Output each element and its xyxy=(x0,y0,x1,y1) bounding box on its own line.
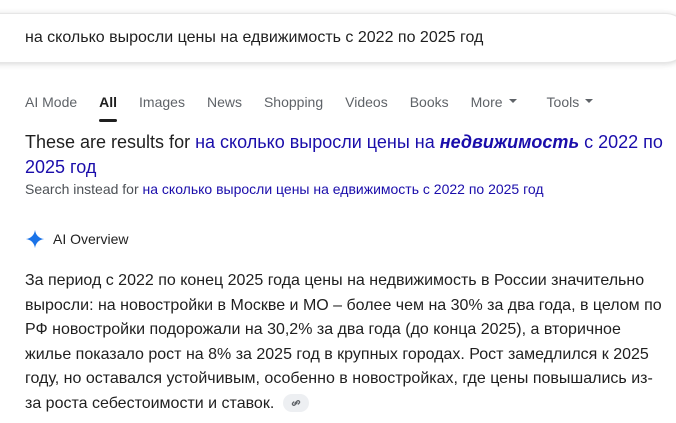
ai-overview-header: AI Overview xyxy=(25,229,128,249)
search-results-page: на сколько выросли цены на едвижимость с… xyxy=(0,0,676,423)
tab-more-label: More xyxy=(470,94,503,110)
tab-videos[interactable]: Videos xyxy=(345,92,388,112)
tab-shopping[interactable]: Shopping xyxy=(264,92,323,112)
sparkle-icon xyxy=(25,229,45,249)
spelling-correction: These are results for на сколько выросли… xyxy=(25,130,665,180)
link-icon xyxy=(291,400,300,407)
search-instead-prefix: Search instead for xyxy=(25,181,139,197)
corrected-query-before: на сколько выросли цены на xyxy=(195,132,435,152)
search-input[interactable]: на сколько выросли цены на едвижимость с… xyxy=(25,29,483,47)
tab-more[interactable]: More xyxy=(471,92,517,112)
corrected-word: недвижимость xyxy=(439,132,580,152)
ai-overview-title: AI Overview xyxy=(53,231,129,247)
tab-tools[interactable]: Tools xyxy=(547,92,594,112)
tab-tools-label: Tools xyxy=(546,94,580,110)
ai-overview-body: За период с 2022 по конец 2025 года цены… xyxy=(25,272,662,412)
correction-prefix: These are results for xyxy=(25,132,191,152)
tab-all[interactable]: All xyxy=(99,92,117,122)
search-tabs: AI Mode All Images News Shopping Videos … xyxy=(25,92,615,122)
tab-books[interactable]: Books xyxy=(410,92,449,112)
chevron-down-icon xyxy=(508,99,517,104)
ai-overview-text: За период с 2022 по конец 2025 года цены… xyxy=(25,269,665,416)
original-query-link[interactable]: на сколько выросли цены на едвижимость с… xyxy=(143,181,544,197)
tab-images[interactable]: Images xyxy=(139,92,185,112)
search-instead: Search instead for на сколько выросли це… xyxy=(25,181,544,197)
tab-news[interactable]: News xyxy=(207,92,242,112)
tab-ai-mode[interactable]: AI Mode xyxy=(25,92,77,112)
chevron-down-icon xyxy=(585,99,594,104)
source-link-button[interactable] xyxy=(282,394,309,413)
